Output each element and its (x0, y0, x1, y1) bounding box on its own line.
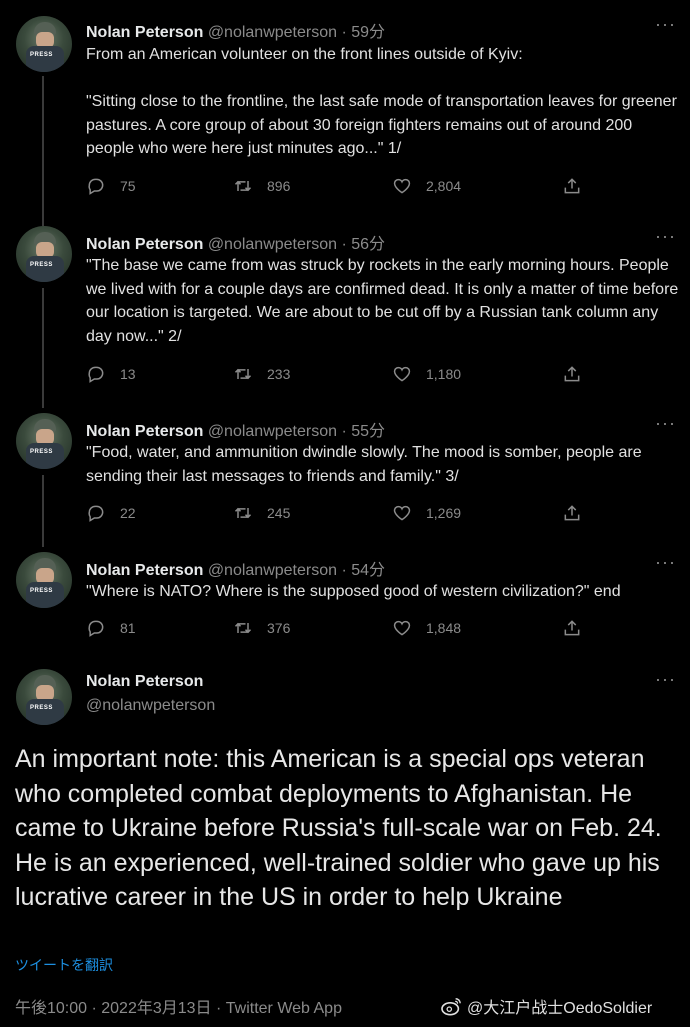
share-button[interactable] (562, 176, 582, 196)
tweet-time[interactable]: · 56分 (341, 236, 385, 253)
retweet-button[interactable]: 376 (233, 618, 290, 638)
tweet-2[interactable]: PRESS Nolan Peterson @nolanwpeterson · 5… (0, 215, 690, 405)
reply-icon (88, 366, 104, 383)
more-icon[interactable]: ··· (655, 552, 676, 573)
more-icon[interactable]: ··· (655, 226, 676, 247)
like-icon (393, 505, 411, 521)
like-icon (393, 620, 411, 636)
retweet-button[interactable]: 896 (233, 176, 290, 196)
retweet-button[interactable]: 233 (233, 364, 290, 384)
reply-count: 81 (120, 620, 136, 636)
author-name[interactable]: Nolan Peterson (86, 236, 203, 253)
reply-icon (88, 178, 104, 195)
share-button[interactable] (562, 618, 582, 638)
reply-button[interactable]: 13 (86, 364, 136, 384)
author-name[interactable]: Nolan Peterson (86, 673, 203, 690)
tweet-time[interactable]: · 55分 (341, 423, 385, 440)
author-handle[interactable]: @nolanwpeterson (208, 423, 337, 440)
avatar[interactable]: PRESS (16, 552, 72, 608)
like-icon (393, 366, 411, 382)
author-handle[interactable]: @nolanwpeterson (86, 697, 215, 714)
tweet-actions: 75 896 2,804 (86, 176, 586, 200)
retweet-icon (234, 368, 252, 380)
retweet-button[interactable]: 245 (233, 503, 290, 523)
reply-button[interactable]: 75 (86, 176, 136, 196)
tweet-1[interactable]: PRESS Nolan Peterson @nolanwpeterson · 5… (0, 0, 690, 215)
author-handle[interactable]: @nolanwpeterson (208, 24, 337, 41)
like-count: 2,804 (426, 178, 462, 194)
tweet-actions: 81 376 1,848 (86, 618, 586, 642)
author-name[interactable]: Nolan Peterson (86, 24, 203, 41)
share-button[interactable] (562, 503, 582, 523)
reply-button[interactable]: 81 (86, 618, 136, 638)
like-count: 1,848 (426, 620, 462, 636)
like-button[interactable]: 1,180 (392, 364, 461, 384)
avatar[interactable]: PRESS (16, 669, 72, 725)
like-button[interactable]: 1,269 (392, 503, 461, 523)
retweet-count: 376 (267, 620, 291, 636)
retweet-count: 245 (267, 505, 291, 521)
reply-icon (88, 620, 104, 637)
tweet-text: From an American volunteer on the front … (86, 46, 677, 157)
share-icon (564, 366, 580, 382)
avatar[interactable]: PRESS (16, 413, 72, 469)
retweet-count: 896 (267, 178, 291, 194)
tweet-text: "Where is NATO? Where is the supposed go… (86, 583, 621, 600)
like-count: 1,269 (426, 505, 462, 521)
like-button[interactable]: 1,848 (392, 618, 461, 638)
tweet-text: "The base we came from was struck by roc… (86, 257, 683, 345)
share-button[interactable] (562, 364, 582, 384)
tweet-3[interactable]: PRESS Nolan Peterson @nolanwpeterson · 5… (0, 405, 690, 545)
author-name[interactable]: Nolan Peterson (86, 423, 203, 440)
reply-count: 75 (120, 178, 136, 194)
share-icon (564, 505, 580, 521)
translate-tweet-link[interactable]: ツイートを翻訳 (15, 955, 113, 975)
retweet-icon (234, 180, 252, 192)
retweet-icon (234, 622, 252, 634)
reply-button[interactable]: 22 (86, 503, 136, 523)
tweet-time[interactable]: · 54分 (341, 562, 385, 579)
author-handle[interactable]: @nolanwpeterson (208, 236, 337, 253)
more-icon[interactable]: ··· (655, 413, 676, 434)
like-icon (393, 178, 411, 194)
more-icon[interactable]: ··· (655, 14, 676, 35)
weibo-icon (441, 998, 461, 1016)
avatar[interactable]: PRESS (16, 16, 72, 72)
share-icon (564, 620, 580, 636)
reply-count: 22 (120, 505, 136, 521)
author-name[interactable]: Nolan Peterson (86, 562, 203, 579)
retweet-count: 233 (267, 366, 291, 382)
author-handle[interactable]: @nolanwpeterson (208, 562, 337, 579)
more-icon[interactable]: ··· (655, 669, 676, 690)
reply-icon (88, 505, 104, 522)
reply-count: 13 (120, 366, 136, 382)
watermark: @大江户战士OedoSoldier (441, 994, 652, 1018)
like-button[interactable]: 2,804 (392, 176, 461, 196)
tweet-text: "Food, water, and ammunition dwindle slo… (86, 444, 647, 485)
tweet-meta: 午後10:00 · 2022年3月13日 · Twitter Web App (15, 1000, 342, 1017)
share-icon (564, 178, 580, 194)
watermark-text: @大江户战士OedoSoldier (467, 1000, 653, 1017)
tweet-actions: 22 245 1,269 (86, 503, 586, 527)
like-count: 1,180 (426, 366, 462, 382)
avatar[interactable]: PRESS (16, 226, 72, 282)
tweet-4[interactable]: PRESS Nolan Peterson @nolanwpeterson · 5… (0, 545, 690, 655)
main-tweet-text: An important note: this American is a sp… (15, 745, 662, 911)
tweet-actions: 13 233 1,180 (86, 364, 586, 388)
retweet-icon (234, 507, 252, 519)
tweet-time[interactable]: · 59分 (341, 24, 385, 41)
